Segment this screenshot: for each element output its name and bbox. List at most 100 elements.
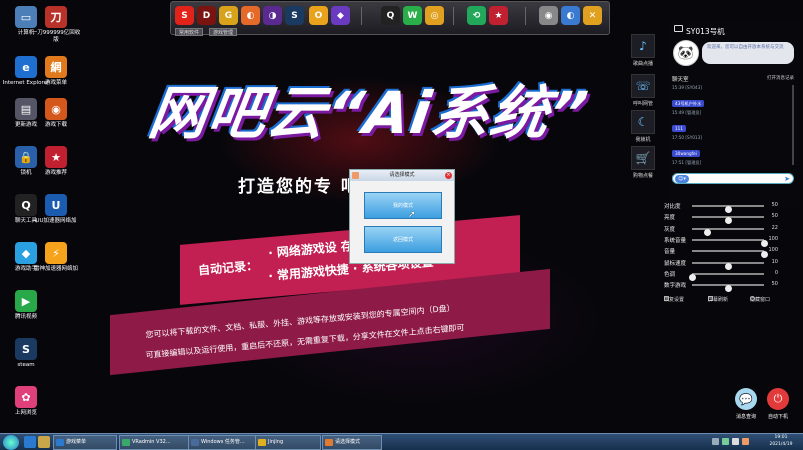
slider-track[interactable]: [688, 272, 764, 281]
desktop-shortcut-label: 游戏下载: [44, 122, 67, 128]
chat-scrollbar[interactable]: [792, 85, 794, 165]
taskbar-item[interactable]: 请选择模式: [322, 435, 382, 450]
dock-app-icon[interactable]: S: [285, 6, 304, 25]
slider-track[interactable]: [692, 238, 768, 247]
headline: 网吧云“Ai系统”: [144, 79, 593, 147]
desktop-shortcut-label: UU加速器网络加: [35, 218, 77, 224]
taskbar-app-icon: [191, 439, 199, 446]
dock-app-icon[interactable]: ◐: [561, 6, 580, 25]
desktop-shortcut[interactable]: 網游戏菜单: [30, 56, 82, 87]
ie-quicklaunch-icon[interactable]: [24, 436, 36, 448]
desktop-shortcut-label: 游戏菜单: [44, 80, 67, 86]
dock-app-icon[interactable]: ◎: [425, 6, 444, 25]
auto-logoff-button[interactable]: ⏻ 自动下机: [758, 388, 798, 420]
network-icon[interactable]: [722, 438, 729, 445]
desktop-shortcut[interactable]: 刀一刀999999亿回收版: [30, 6, 82, 44]
dock-app-icon[interactable]: O: [309, 6, 328, 25]
desktop-shortcut[interactable]: ★ 游戏推荐: [30, 146, 82, 177]
desktop-shortcut[interactable]: Ssteam: [0, 338, 52, 369]
desktop-shortcut[interactable]: ⚡ 雷神加速器网络加: [30, 242, 82, 273]
message-meta: 15:49 [管理员]: [672, 110, 702, 115]
slider-track[interactable]: [692, 250, 768, 259]
chat-bubble-icon: 💬: [735, 388, 757, 410]
dock-app-icon[interactable]: ◑: [263, 6, 282, 25]
desktop-shortcut[interactable]: ▶ 腾讯视频: [0, 290, 52, 321]
taskbar-item[interactable]: Jinjing: [255, 435, 321, 450]
dock-app-icon[interactable]: Q: [381, 6, 400, 25]
moon-icon: ☾: [631, 110, 655, 134]
taskbar-item[interactable]: Windows 任务管...: [188, 435, 256, 450]
dock-tab[interactable]: 游戏管理: [209, 28, 238, 36]
side-button[interactable]: ☾ 我锁机: [628, 110, 658, 143]
slider-track[interactable]: [692, 205, 764, 213]
desktop-shortcut-label: steam: [17, 362, 35, 368]
side-button[interactable]: 🛒 购物点餐: [628, 146, 658, 179]
setting-slider[interactable]: 对比度 50: [664, 201, 778, 213]
side-button-label: 购物点餐: [632, 173, 653, 179]
desktop-shortcut-label: 腾讯视频: [14, 314, 37, 320]
dock-app-icon[interactable]: ★: [489, 6, 508, 25]
dock-separator: [453, 7, 454, 25]
dock-app-icon[interactable]: ◆: [331, 6, 350, 25]
slider-track[interactable]: [692, 284, 764, 293]
game-app-icon: 刀: [45, 6, 67, 28]
dock-app-icon[interactable]: W: [403, 6, 422, 25]
my-mode-button[interactable]: 我的模式: [364, 192, 442, 219]
setting-slider[interactable]: 音量 100: [664, 246, 778, 259]
close-icon[interactable]: ×: [445, 172, 452, 179]
video-icon: ▶: [15, 290, 37, 312]
desktop-shortcut[interactable]: ✿ 上网浏览: [0, 386, 52, 417]
dock-tab[interactable]: 常用软件: [175, 28, 204, 36]
chat-message-list[interactable]: 15:39 [SY043] 43号机户外水 15:49 [管理员] 111 17:50 …: [672, 85, 790, 185]
slider-label: 对比度: [664, 204, 681, 210]
dock-app-icon[interactable]: ◐: [241, 6, 260, 25]
message-meta: 17:51 [管理员]: [672, 160, 702, 165]
setting-slider[interactable]: 系统音量 100: [664, 235, 778, 247]
volume-icon[interactable]: [732, 438, 739, 445]
clock[interactable]: 19:01 2021/4/19: [762, 435, 800, 448]
dock-app-icon[interactable]: D: [197, 6, 216, 25]
slider-value: 22: [771, 224, 778, 231]
monitor-icon: [674, 25, 683, 32]
steam-icon: S: [15, 338, 37, 360]
pc-title: SY013号机: [686, 27, 725, 36]
dock-app-icon[interactable]: ◉: [539, 6, 558, 25]
dock-app-icon[interactable]: ⟲: [467, 6, 486, 25]
folder-quicklaunch-icon[interactable]: [38, 436, 50, 448]
notice-bubble: 欢迎来，您可以自由开放本系统与交流: [702, 42, 794, 64]
tray-icon[interactable]: [712, 438, 719, 445]
slider-track[interactable]: [692, 216, 764, 225]
desktop-shortcut-label: 一刀999999亿回收版: [31, 30, 81, 43]
chat-history-link[interactable]: 打开消息记录: [767, 75, 794, 81]
setting-slider[interactable]: 鼠标速度 10: [664, 258, 778, 270]
dock-app-icon[interactable]: G: [219, 6, 238, 25]
slider-knob[interactable]: [724, 285, 732, 293]
return-mode-button[interactable]: 返回模式: [364, 226, 442, 253]
setting-slider[interactable]: 亮度 50: [664, 212, 778, 225]
slider-track[interactable]: [692, 227, 764, 236]
setting-slider[interactable]: 数字游戏 50: [664, 280, 778, 293]
side-button[interactable]: ☏ 呼叫网管: [628, 74, 658, 107]
start-button[interactable]: [3, 435, 19, 450]
taskbar-item[interactable]: VRadmin V32...: [119, 435, 189, 450]
setting-slider[interactable]: 色调 0: [664, 269, 778, 281]
dock-app-icon[interactable]: S: [175, 6, 194, 25]
game-menu-icon: 網: [45, 56, 67, 78]
desktop-shortcut[interactable]: U UU加速器网络加: [30, 194, 82, 225]
slider-track[interactable]: [692, 261, 764, 270]
slider-label: 鼠标速度: [664, 260, 687, 267]
taskbar-item[interactable]: 游戏菜单: [53, 435, 117, 450]
message-bubble: 30wangfei: [672, 150, 700, 157]
side-button[interactable]: ♪ 歌曲点播: [628, 34, 658, 67]
desktop-shortcut-label: 上网浏览: [14, 410, 37, 416]
send-icon[interactable]: ➤: [784, 175, 790, 183]
dock-app-icon[interactable]: ✕: [583, 6, 602, 25]
setting-slider[interactable]: 灰度 22: [664, 224, 778, 236]
chat-input[interactable]: ☺▾ ➤: [672, 173, 794, 184]
desktop-shortcut[interactable]: ◉ 游戏下载: [30, 98, 82, 129]
flag-icon[interactable]: [742, 438, 749, 445]
slider-value: 100: [768, 247, 778, 254]
slider-value: 10: [771, 258, 778, 265]
emoji-icon[interactable]: ☺▾: [675, 175, 689, 183]
slider-label: 亮度: [664, 215, 676, 222]
